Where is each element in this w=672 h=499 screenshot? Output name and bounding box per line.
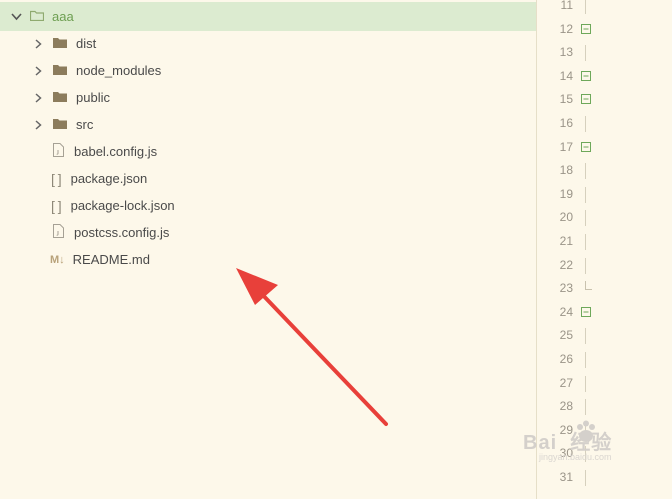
baidu-jingyan-watermark: Bai 经验 jingyan.baidu.com bbox=[515, 414, 665, 470]
watermark-url: jingyan.baidu.com bbox=[539, 452, 612, 462]
watermark-text: Bai 经验 bbox=[523, 432, 613, 454]
paw-logo-icon bbox=[575, 420, 597, 450]
